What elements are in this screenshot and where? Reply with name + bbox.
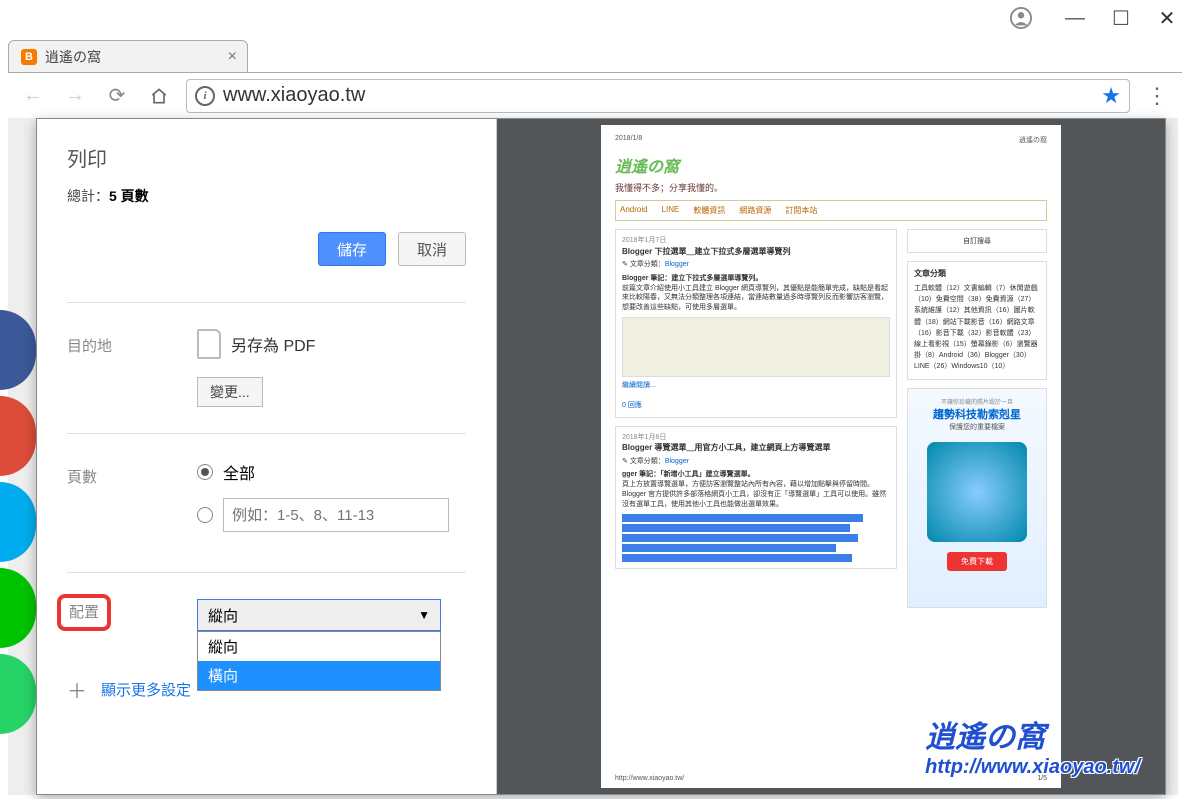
site-info-icon[interactable]: i [195, 86, 215, 106]
pdf-icon [197, 329, 221, 359]
destination-value: 另存為 PDF [197, 329, 466, 359]
save-button[interactable]: 儲存 [318, 232, 386, 266]
social-bubbles [8, 310, 38, 740]
print-title: 列印 [67, 143, 466, 172]
browser-tab[interactable]: B 逍遙の窩 × [8, 40, 248, 72]
preview-date: 2018/1/8 [615, 135, 642, 145]
print-settings-panel: 列印 總計：5 頁數 儲存 取消 目的地 另存為 PDF 變更... 頁數 [37, 119, 497, 794]
preview-ad: 不讓你珍藏的照片毀於一旦 趨勢科技勒索剋星 保護您的重要檔案 免費下載 [907, 388, 1047, 608]
layout-dropdown: 縱向 橫向 [197, 631, 441, 691]
watermark: 逍遙の窩 http://www.xiaoyao.tw/ [925, 712, 1140, 779]
cancel-button[interactable]: 取消 [398, 232, 466, 266]
print-dialog: 列印 總計：5 頁數 儲存 取消 目的地 另存為 PDF 變更... 頁數 [36, 118, 1166, 795]
layout-select[interactable]: 縱向 ▼ 縱向 橫向 [197, 599, 441, 631]
preview-logo: 逍遙の窩 [615, 153, 1047, 177]
layout-label: 配置 [69, 604, 99, 621]
pages-custom-option[interactable] [197, 498, 466, 532]
print-total: 總計：5 頁數 [67, 186, 466, 206]
pages-all-option[interactable]: 全部 [197, 460, 466, 484]
toolbar: ← → ⟳ i www.xiaoyao.tw ★ ⋮ [8, 72, 1182, 118]
chevron-down-icon: ▼ [418, 608, 430, 622]
home-button[interactable] [144, 81, 174, 111]
radio-icon [197, 507, 213, 523]
forward-button: → [60, 81, 90, 111]
preview-page: 2018/1/8 逍遙の窩 逍遙の窩 我懂得不多；分享我懂的。 AndroidL… [601, 125, 1061, 788]
layout-option-landscape[interactable]: 橫向 [198, 661, 440, 690]
layout-selected-text: 縱向 [208, 605, 238, 626]
preview-site-name: 逍遙の窩 [1019, 135, 1047, 145]
reload-button[interactable]: ⟳ [102, 81, 132, 111]
close-window-button[interactable]: ✕ [1144, 0, 1190, 36]
pages-range-input[interactable] [223, 498, 449, 532]
layout-select-trigger[interactable]: 縱向 ▼ [197, 599, 441, 631]
tab-title: 逍遙の窩 [45, 47, 101, 67]
preview-post-1: 2018年1月7日 Blogger 下拉選單＿建立下拉式多層選單導覽列 ✎ 文章… [615, 229, 897, 418]
radio-icon [197, 464, 213, 480]
pages-all-label: 全部 [223, 460, 255, 484]
preview-tagline: 我懂得不多；分享我懂的。 [615, 181, 1047, 194]
bookmark-star-icon[interactable]: ★ [1101, 83, 1121, 109]
tab-bar: B 逍遙の窩 × [8, 36, 1182, 72]
layout-option-portrait[interactable]: 縱向 [198, 632, 440, 661]
print-preview-area: 2018/1/8 逍遙の窩 逍遙の窩 我懂得不多；分享我懂的。 AndroidL… [497, 119, 1165, 794]
address-bar[interactable]: i www.xiaoyao.tw ★ [186, 79, 1130, 113]
layout-label-highlight: 配置 [57, 594, 111, 631]
right-gutter [1164, 130, 1178, 789]
preview-search-box: 自訂搜尋 [907, 229, 1047, 253]
menu-button[interactable]: ⋮ [1142, 83, 1172, 109]
preview-nav: AndroidLINE軟體資訊網路資源訂閱本站 [615, 200, 1047, 221]
plus-icon: ＋ [67, 675, 87, 704]
change-destination-button[interactable]: 變更... [197, 377, 263, 407]
preview-footer-url: http://www.xiaoyao.tw/ [615, 775, 684, 782]
minimize-button[interactable]: — [1052, 0, 1098, 36]
more-settings-label: 顯示更多設定 [101, 679, 191, 700]
account-icon[interactable] [998, 0, 1044, 36]
back-button[interactable]: ← [18, 81, 48, 111]
pages-label: 頁數 [67, 460, 197, 487]
preview-categories: 文章分類 工具軟體（12）文書編輯（7）休閒遊戲（10）免費空間（38）免費資源… [907, 261, 1047, 380]
tab-close-icon[interactable]: × [228, 48, 237, 66]
preview-post-2: 2018年1月6日 Blogger 導覽選單＿用官方小工具，建立網頁上方導覽選單… [615, 426, 897, 569]
maximize-button[interactable]: ☐ [1098, 0, 1144, 36]
url-text: www.xiaoyao.tw [223, 84, 1093, 107]
favicon-icon: B [21, 49, 37, 65]
destination-label: 目的地 [67, 329, 197, 356]
